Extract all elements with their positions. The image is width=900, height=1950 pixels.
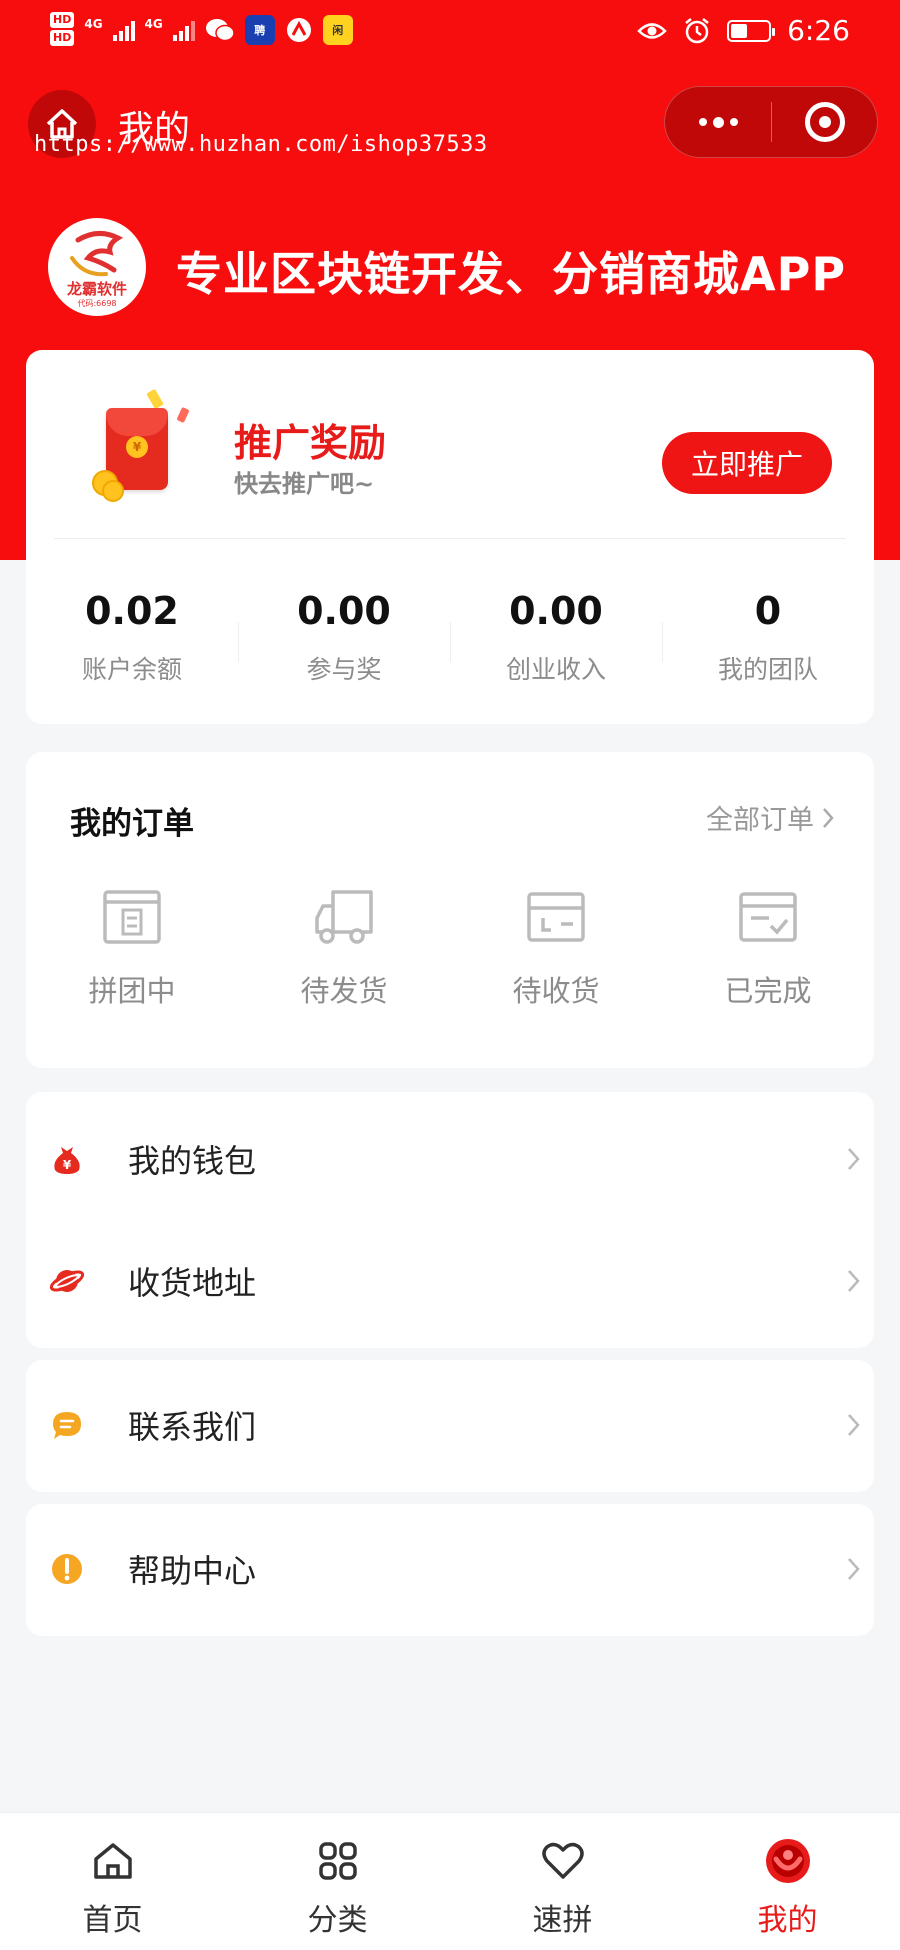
all-orders-link[interactable]: 全部订单: [706, 798, 834, 837]
alarm-icon: [685, 17, 709, 43]
chat-bubble-icon: [53, 1412, 81, 1439]
tab-quick-group[interactable]: 速拼: [450, 1813, 675, 1950]
promo-subtitle: 快去推广吧~: [234, 470, 375, 498]
profile-icon: [765, 1839, 810, 1883]
watermark-url: https://www.huzhan.com/ishop37533: [34, 132, 488, 157]
promo-card: ¥ 推广奖励 快去推广吧~ 立即推广 0.02 账户余额 0.00 参与奖 0.…: [26, 350, 874, 724]
menu-group-3: 帮助中心: [26, 1504, 874, 1636]
tab-category[interactable]: 分类: [225, 1813, 450, 1950]
order-status-to-receive[interactable]: 待收货: [450, 888, 662, 1010]
signal-icon: [112, 19, 135, 41]
menu-group-2: 联系我们: [26, 1360, 874, 1492]
battery-icon: [727, 19, 776, 42]
wechat-icon: [205, 19, 235, 42]
status-bar: HD HD 4G 4G 聘 闲 6:26: [0, 0, 900, 68]
box-list-icon: [103, 890, 161, 944]
order-status-completed[interactable]: 已完成: [662, 888, 874, 1010]
clock: 6:26: [787, 14, 850, 47]
chevron-right-icon: [848, 1558, 860, 1580]
stat-participation-reward[interactable]: 0.00 参与奖: [238, 588, 450, 686]
more-button[interactable]: [665, 87, 771, 157]
bottom-tab-bar: 首页 分类 速拼 我的: [0, 1812, 900, 1950]
menu-item-wallet[interactable]: ¥ 我的钱包: [26, 1098, 874, 1220]
package-icon: [527, 892, 585, 942]
stat-my-team[interactable]: 0 我的团队: [662, 588, 874, 686]
home-icon: [93, 1843, 132, 1879]
tab-home[interactable]: 首页: [0, 1813, 225, 1950]
app-badge-icon: 聘: [244, 15, 275, 45]
chevron-right-icon: [848, 1270, 860, 1292]
tab-mine[interactable]: 我的: [675, 1813, 900, 1950]
divider: [54, 538, 846, 539]
app-badge-icon-2: 闲: [322, 15, 353, 45]
stat-business-income[interactable]: 0.00 创业收入: [450, 588, 662, 686]
promote-now-button[interactable]: 立即推广: [662, 432, 832, 494]
network-type: 4G: [84, 17, 103, 31]
menu-item-help-center[interactable]: 帮助中心: [26, 1508, 874, 1630]
stats-row: 0.02 账户余额 0.00 参与奖 0.00 创业收入 0 我的团队: [26, 588, 874, 686]
red-packet-icon: ¥: [84, 388, 204, 510]
exclamation-icon: [52, 1554, 82, 1584]
hd-indicator: HD HD: [50, 12, 75, 48]
menu-group-1: ¥ 我的钱包 收货地址: [26, 1092, 874, 1348]
logo-text: 龙霸软件: [66, 280, 127, 298]
order-status-grouping[interactable]: 拼团中: [26, 888, 238, 1010]
box-check-icon: [739, 892, 797, 942]
chevron-right-icon: [848, 1148, 860, 1170]
order-status-to-ship[interactable]: 待发货: [238, 888, 450, 1010]
chevron-right-icon: [823, 807, 834, 828]
money-bag-icon: ¥: [54, 1147, 80, 1174]
truck-icon: [315, 890, 373, 944]
chevron-right-icon: [848, 1414, 860, 1436]
logo-subtext: 代码:6698: [77, 299, 117, 308]
orders-title: 我的订单: [70, 806, 194, 842]
planet-icon: [49, 1270, 85, 1292]
eye-icon: [637, 22, 667, 39]
target-icon: [804, 102, 845, 142]
signal-icon-2: [172, 19, 195, 41]
order-status-row: 拼团中 待发货 待收货 已完成: [26, 888, 874, 1010]
close-button[interactable]: [772, 102, 877, 142]
mini-program-capsule: [664, 86, 878, 158]
svg-text:¥: ¥: [63, 1158, 72, 1172]
brand-logo: 龙霸软件 代码:6698: [48, 218, 146, 316]
stat-account-balance[interactable]: 0.02 账户余额: [26, 588, 238, 686]
promo-title: 推广奖励: [234, 421, 387, 465]
network-type-2: 4G: [144, 17, 163, 31]
brand-tagline: 专业区块链开发、分销商城APP: [176, 247, 847, 301]
heart-icon: [541, 1842, 584, 1879]
orders-card: 我的订单 全部订单 拼团中 待发货 待收货 已完成: [26, 752, 874, 1068]
grid-icon: [318, 1842, 357, 1880]
menu-item-contact-us[interactable]: 联系我们: [26, 1364, 874, 1486]
menu-item-address[interactable]: 收货地址: [26, 1220, 874, 1342]
app-logo-icon: [286, 18, 311, 42]
